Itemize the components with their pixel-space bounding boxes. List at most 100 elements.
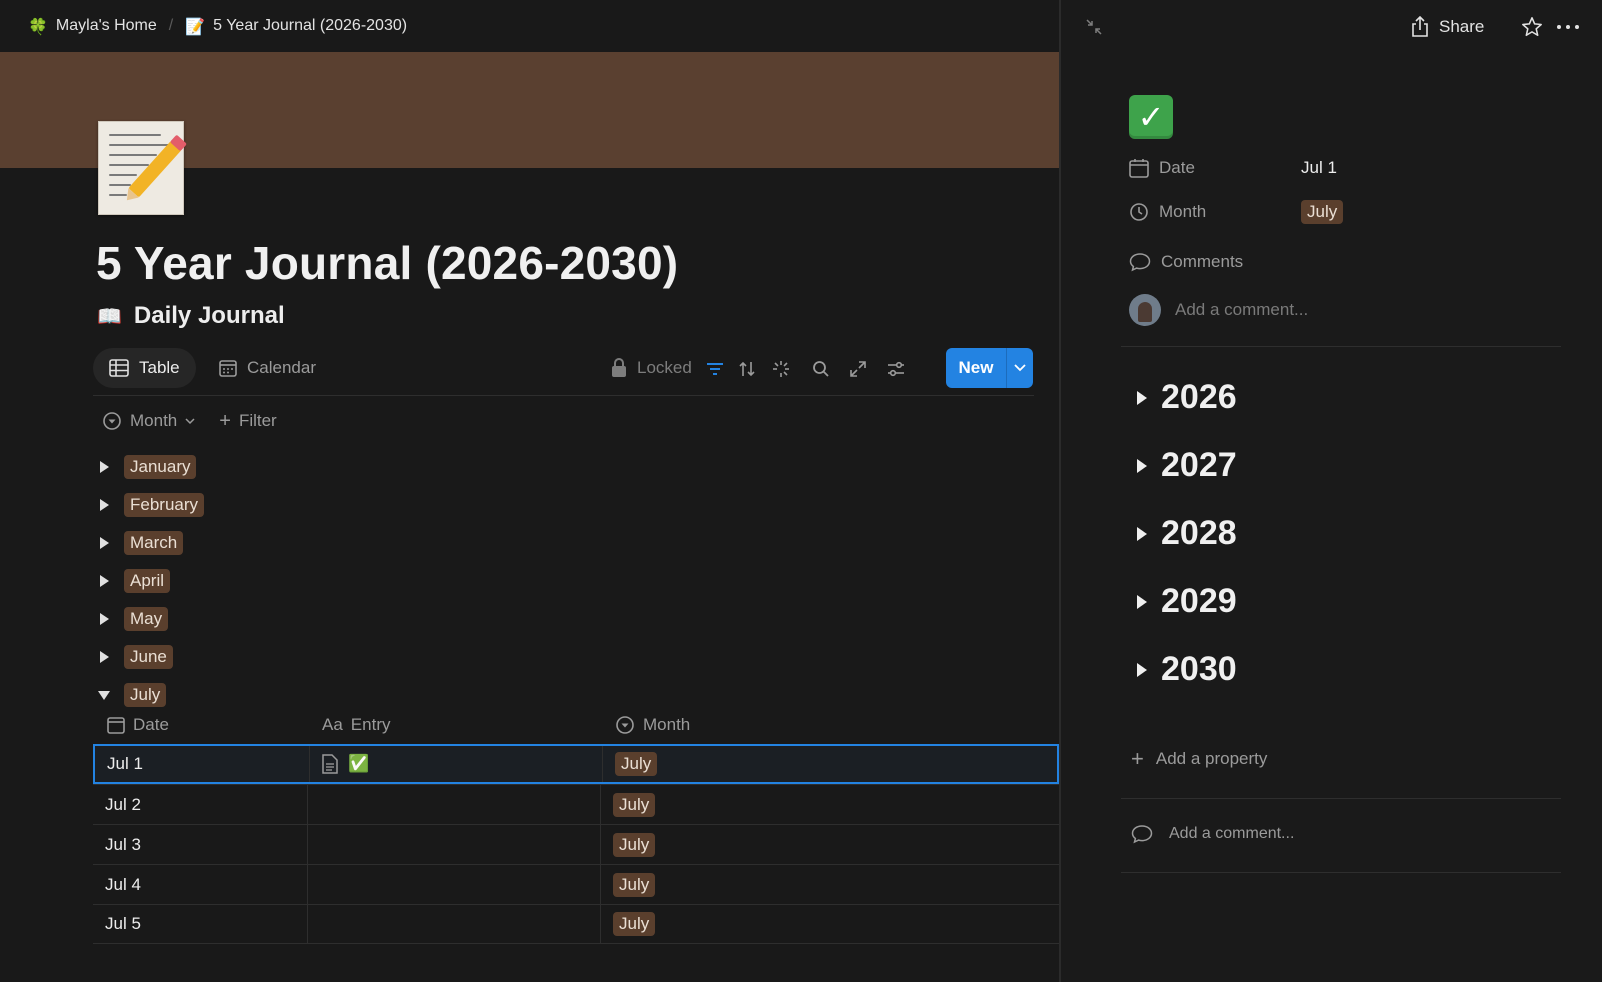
month-tag: July [615, 752, 658, 776]
filter-icon[interactable] [704, 358, 726, 380]
date-cell[interactable]: Jul 1 [95, 746, 310, 782]
comment-input[interactable]: Add a comment... [1169, 825, 1294, 843]
toggle-2028[interactable]: 2028 [1137, 514, 1237, 553]
table-row[interactable]: Jul 4 July [93, 864, 1059, 904]
caret-right-icon[interactable] [96, 497, 112, 513]
entry-cell[interactable]: ✅ [310, 746, 603, 782]
month-tag[interactable]: July [1301, 200, 1344, 224]
year-heading: 2030 [1161, 650, 1237, 688]
check-mark-icon[interactable]: ✓ [1129, 95, 1173, 139]
group-by-month-button[interactable]: Month [102, 411, 195, 431]
toggle-2029[interactable]: 2029 [1137, 582, 1237, 621]
date-cell[interactable]: Jul 4 [93, 865, 308, 904]
group-january[interactable]: January [96, 448, 204, 486]
entry-cell[interactable] [308, 865, 601, 904]
comment-input[interactable]: Add a comment... [1175, 300, 1308, 320]
memo-icon[interactable] [98, 121, 184, 215]
month-cell[interactable]: July [601, 825, 1059, 864]
text-aa-icon: Aa [322, 715, 343, 734]
table-header: Date Aa Entry Month [93, 706, 1059, 744]
month-cell[interactable]: July [603, 746, 1057, 782]
month-cell[interactable]: July [601, 865, 1059, 904]
group-may[interactable]: May [96, 600, 204, 638]
date-cell[interactable]: Jul 5 [93, 905, 308, 943]
star-icon[interactable] [1521, 16, 1543, 43]
property-name[interactable]: Month [1129, 202, 1301, 222]
caret-right-icon [1137, 390, 1147, 405]
comment-composer[interactable]: Add a comment... [1129, 294, 1308, 326]
select-icon [103, 412, 121, 430]
bottom-comment-composer[interactable]: Add a comment... [1131, 824, 1294, 844]
breadcrumb-home[interactable]: 🍀 Mayla's Home [28, 17, 157, 36]
month-tag: January [124, 455, 197, 479]
caret-right-icon[interactable] [96, 649, 112, 665]
table-row[interactable]: Jul 5 July [93, 904, 1059, 944]
side-peek-toolbar: Share [1061, 0, 1602, 56]
settings-sliders-icon[interactable] [885, 358, 907, 380]
month-cell[interactable]: July [601, 785, 1059, 824]
caret-down-icon[interactable] [96, 687, 112, 703]
memo-icon: 📝 [185, 16, 206, 36]
group-march[interactable]: March [96, 524, 204, 562]
group-february[interactable]: February [96, 486, 205, 524]
column-header-month[interactable]: Month [601, 715, 1059, 735]
table-row[interactable]: Jul 3 July [93, 824, 1059, 864]
new-button[interactable]: New [946, 348, 1033, 388]
sort-icon[interactable] [736, 358, 758, 380]
add-filter-button[interactable]: + Filter [219, 411, 276, 431]
caret-right-icon[interactable] [96, 535, 112, 551]
tab-calendar[interactable]: Calendar [203, 348, 332, 388]
document-icon [322, 754, 338, 774]
group-june[interactable]: June [96, 638, 204, 676]
collapse-icon[interactable] [1085, 18, 1103, 41]
group-by-label: Month [130, 411, 178, 430]
add-property-button[interactable]: + Add a property [1131, 748, 1267, 770]
divider [1121, 798, 1561, 799]
caret-right-icon[interactable] [96, 459, 112, 475]
calendar-icon [219, 360, 237, 377]
table-icon [109, 359, 129, 377]
locked-label: Locked [637, 358, 692, 377]
more-options-icon[interactable] [1556, 16, 1580, 43]
property-name[interactable]: Date [1129, 158, 1301, 178]
toggle-2026[interactable]: 2026 [1137, 378, 1237, 417]
group-april[interactable]: April [96, 562, 204, 600]
comments-title: Comments [1129, 252, 1301, 272]
caret-right-icon[interactable] [96, 611, 112, 627]
date-value[interactable]: Jul 1 [1301, 158, 1337, 178]
expand-icon[interactable] [847, 358, 869, 380]
toggle-2027[interactable]: 2027 [1137, 446, 1237, 485]
page-title[interactable]: 5 Year Journal (2026-2030) [96, 236, 678, 290]
add-property-label: Add a property [1155, 749, 1268, 768]
date-cell[interactable]: Jul 3 [93, 825, 308, 864]
database-title[interactable]: 📖 Daily Journal [97, 302, 285, 330]
entry-cell[interactable] [308, 825, 601, 864]
chevron-down-icon[interactable] [1007, 364, 1033, 372]
table-row[interactable]: Jul 2 July [93, 784, 1059, 824]
column-header-label: Month [643, 715, 691, 734]
column-header-entry[interactable]: Aa Entry [308, 715, 601, 735]
automation-icon[interactable] [770, 358, 792, 380]
breadcrumb-page[interactable]: 📝 5 Year Journal (2026-2030) [185, 17, 407, 36]
date-cell[interactable]: Jul 2 [93, 785, 308, 824]
divider [1121, 346, 1561, 347]
group-bar: Month + Filter [102, 411, 277, 431]
share-button[interactable]: Share [1411, 16, 1484, 38]
locked-indicator[interactable]: Locked [611, 348, 692, 388]
caret-right-icon[interactable] [96, 573, 112, 589]
column-header-date[interactable]: Date [93, 715, 308, 735]
entry-cell[interactable] [308, 785, 601, 824]
month-cell[interactable]: July [601, 905, 1059, 943]
tab-table-label: Table [139, 358, 180, 377]
table-row[interactable]: Jul 1 ✅ July [93, 744, 1059, 784]
toggle-2030[interactable]: 2030 [1137, 650, 1237, 689]
breadcrumb-page-label: 5 Year Journal (2026-2030) [213, 17, 408, 34]
column-header-label: Entry [350, 715, 391, 734]
month-tag: June [124, 645, 173, 669]
caret-right-icon [1137, 594, 1147, 609]
entry-cell[interactable] [308, 905, 601, 943]
search-icon[interactable] [810, 358, 832, 380]
tab-table[interactable]: Table [93, 348, 196, 388]
property-label: Month [1159, 202, 1207, 221]
tab-calendar-label: Calendar [247, 358, 316, 377]
